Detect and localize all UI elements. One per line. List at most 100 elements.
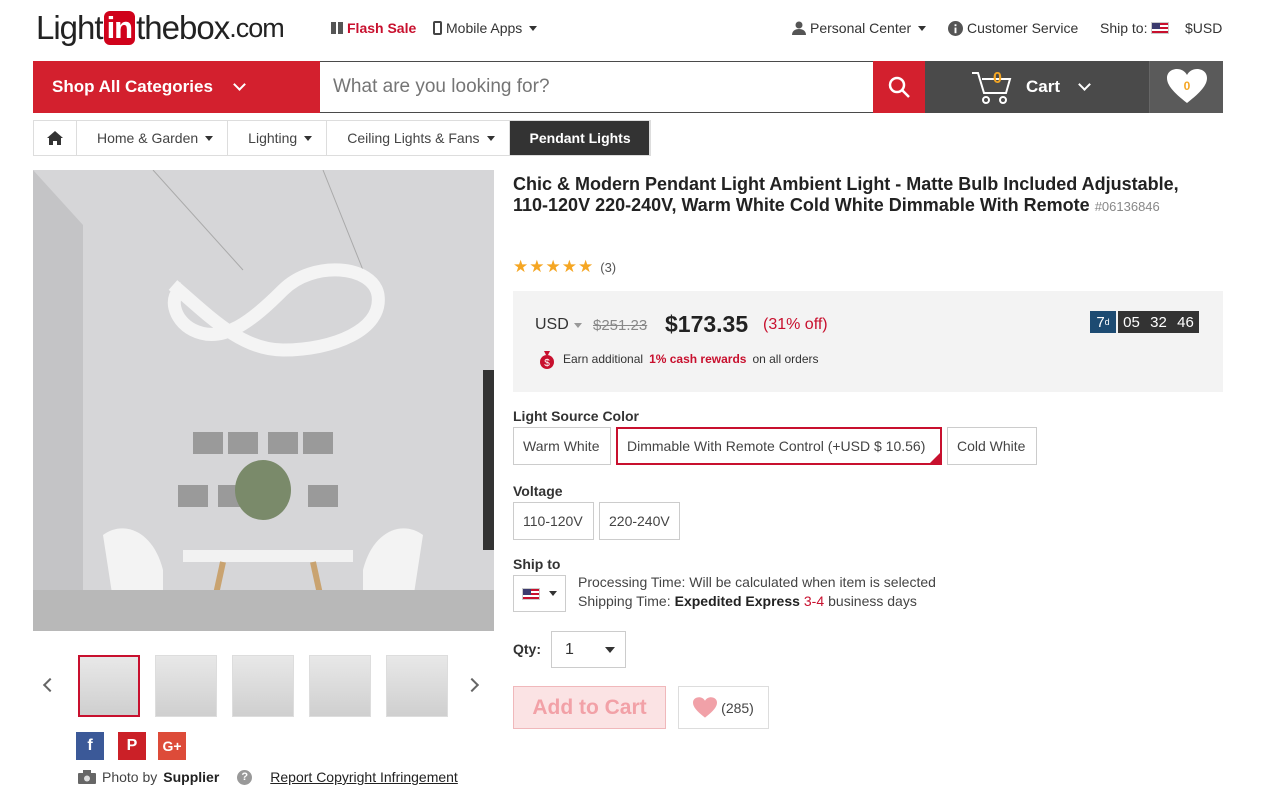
chevron-down-icon xyxy=(1078,78,1091,91)
customer-service-link[interactable]: Customer Service xyxy=(948,20,1078,36)
google-plus-share-icon[interactable]: G+ xyxy=(158,732,186,760)
camera-icon xyxy=(78,770,96,784)
report-copyright-link[interactable]: Report Copyright Infringement xyxy=(270,769,458,785)
shipping-days-suffix: business days xyxy=(828,593,917,609)
shipping-time: Shipping Time: Expedited Express 3-4 bus… xyxy=(578,593,917,609)
breadcrumb-label: Home & Garden xyxy=(97,130,199,146)
option-voltage-110[interactable]: 110-120V xyxy=(513,502,594,540)
photo-supplier: Supplier xyxy=(163,769,220,785)
chevron-down-icon xyxy=(549,591,557,596)
star-icon: ★ xyxy=(578,257,594,276)
thumbnail-4[interactable] xyxy=(309,655,371,717)
option-cold-white[interactable]: Cold White xyxy=(947,427,1037,465)
breadcrumb-item[interactable]: Home & Garden xyxy=(77,121,229,155)
help-icon[interactable]: ? xyxy=(237,769,253,785)
pinterest-share-icon[interactable]: P xyxy=(118,732,146,760)
chevron-down-icon xyxy=(205,135,214,141)
add-to-cart-button[interactable]: Add to Cart xyxy=(513,686,666,729)
cart-count-badge: 0 xyxy=(993,70,1002,87)
product-rating[interactable]: ★ ★ ★ ★ ★ (3) xyxy=(513,257,616,277)
product-title: Chic & Modern Pendant Light Ambient Ligh… xyxy=(513,174,1203,217)
breadcrumb-current-label: Pendant Lights xyxy=(529,130,631,146)
logo-text-com: .com xyxy=(229,12,285,43)
thumbnail-5[interactable] xyxy=(386,655,448,717)
thumbnail-1[interactable] xyxy=(78,655,140,717)
countdown-days-value: 7 xyxy=(1096,313,1105,331)
chevron-down-icon xyxy=(304,135,313,141)
facebook-share-icon[interactable]: f xyxy=(76,732,104,760)
rating-count: (3) xyxy=(600,259,617,275)
product-code: #06136846 xyxy=(1094,199,1160,214)
personal-center-label: Personal Center xyxy=(810,20,912,36)
wishlist-count: 0 xyxy=(1183,79,1190,93)
info-icon xyxy=(948,20,963,36)
logo-text-in: in xyxy=(103,11,136,45)
customer-service-label: Customer Service xyxy=(967,20,1079,36)
logo-text-thebox: thebox xyxy=(136,9,230,46)
qty-select[interactable]: 1 xyxy=(551,631,626,668)
shop-all-categories-button[interactable]: Shop All Categories xyxy=(33,61,320,113)
wishlist-count-label: (285) xyxy=(721,699,754,716)
mobile-apps-label: Mobile Apps xyxy=(446,20,523,36)
option-voltage-220[interactable]: 220-240V xyxy=(599,502,680,540)
ship-to-country-select[interactable] xyxy=(513,575,566,612)
ship-to-label: Ship to: xyxy=(1100,20,1148,36)
cart-button[interactable]: Cart xyxy=(925,61,1148,113)
cart-icon xyxy=(972,72,1012,104)
chevron-down-icon xyxy=(573,322,582,328)
rewards-pre: Earn additional xyxy=(563,352,644,366)
thumbnail-2[interactable] xyxy=(155,655,217,717)
search-button[interactable] xyxy=(873,61,925,113)
light-source-label: Light Source Color xyxy=(513,408,639,424)
countdown-hours: 05 xyxy=(1118,311,1145,333)
mobile-apps-link[interactable]: Mobile Apps xyxy=(433,20,538,36)
shop-all-label: Shop All Categories xyxy=(52,77,213,96)
option-dimmable-remote[interactable]: Dimmable With Remote Control (+USD $ 10.… xyxy=(616,427,942,465)
currency-selector[interactable]: $USD xyxy=(1185,20,1222,36)
rewards-post: on all orders xyxy=(752,352,819,366)
product-main-image[interactable] xyxy=(33,170,494,631)
chevron-down-icon xyxy=(918,25,927,31)
money-bag-icon: $ xyxy=(540,351,554,369)
rewards-highlight: 1% cash rewards xyxy=(649,352,747,366)
currency-dropdown[interactable]: USD xyxy=(535,316,582,334)
breadcrumb-label: Ceiling Lights & Fans xyxy=(347,130,480,146)
chevron-down-icon xyxy=(486,135,495,141)
breadcrumb-current: Pendant Lights xyxy=(509,121,650,155)
flash-sale-link[interactable]: Flash Sale xyxy=(331,20,416,36)
star-icon: ★ xyxy=(513,257,529,276)
home-icon xyxy=(47,131,63,145)
photo-by-label: Photo by xyxy=(102,769,158,785)
heart-icon xyxy=(693,696,718,718)
thumbnail-prev-arrow[interactable] xyxy=(42,677,58,693)
countdown-seconds: 46 xyxy=(1172,311,1199,333)
option-dimmable-label: Dimmable With Remote Control (+USD $ 10.… xyxy=(627,438,926,454)
add-to-wishlist-button[interactable]: (285) xyxy=(678,686,769,729)
currency-dropdown-label: USD xyxy=(535,316,569,333)
thumbnail-3[interactable] xyxy=(232,655,294,717)
thumbnail-next-arrow[interactable] xyxy=(464,677,480,693)
chevron-down-icon xyxy=(529,25,538,31)
search-input[interactable] xyxy=(320,62,873,112)
personal-center-link[interactable]: Personal Center xyxy=(792,20,927,36)
gift-icon xyxy=(331,22,343,34)
breadcrumb-home[interactable] xyxy=(34,121,77,155)
logo-text-light: Light xyxy=(36,9,104,46)
countdown-minutes: 32 xyxy=(1145,311,1172,333)
breadcrumb: Home & Garden Lighting Ceiling Lights & … xyxy=(33,120,651,156)
shipping-time-label: Shipping Time: xyxy=(578,593,671,609)
us-flag-icon xyxy=(1151,22,1170,34)
qty-label: Qty: xyxy=(513,641,541,657)
voltage-label: Voltage xyxy=(513,483,563,499)
ship-to-selector[interactable]: Ship to: xyxy=(1100,20,1170,36)
star-icon: ★ xyxy=(545,257,561,276)
site-logo[interactable]: Light in thebox .com xyxy=(36,8,285,48)
wishlist-button[interactable]: 0 xyxy=(1149,61,1223,113)
option-warm-white[interactable]: Warm White xyxy=(513,427,611,465)
selected-check-icon xyxy=(929,452,941,464)
ship-to-section-label: Ship to xyxy=(513,556,561,572)
star-icon: ★ xyxy=(529,257,545,276)
breadcrumb-item[interactable]: Ceiling Lights & Fans xyxy=(327,121,510,155)
breadcrumb-item[interactable]: Lighting xyxy=(228,121,328,155)
flash-sale-label: Flash Sale xyxy=(347,20,417,36)
